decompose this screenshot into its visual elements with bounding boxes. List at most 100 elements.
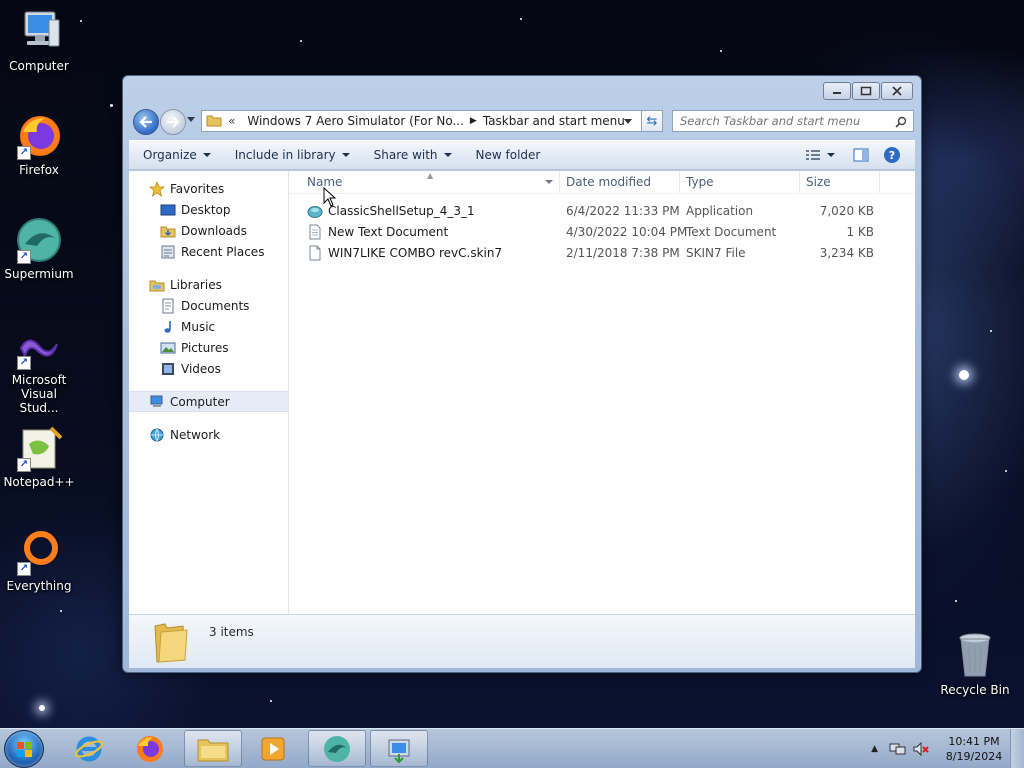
start-button[interactable] [4,730,44,768]
recent-pages-chevron-down-icon[interactable] [187,117,195,122]
taskbar-media-player[interactable] [244,730,302,767]
breadcrumb-separator-icon[interactable]: ▶ [470,116,477,126]
computer-icon [150,395,163,407]
taskbar-file-explorer[interactable] [184,730,242,767]
address-overflow-icon[interactable]: « [222,114,241,128]
search-icon[interactable] [895,116,907,128]
column-header-size[interactable]: Size [800,171,880,193]
firefox-icon [137,735,163,762]
nav-recent-places[interactable]: Recent Places [129,241,288,262]
folder-icon [154,623,188,663]
network-icon [150,428,164,441]
taskbar-installer[interactable] [370,730,428,767]
close-button[interactable] [881,82,913,100]
desktop-icon-firefox[interactable]: ↗ Firefox [0,112,78,177]
desktop-icon-label: Computer [9,59,69,73]
new-folder-button[interactable]: New folder [464,141,553,169]
file-list[interactable]: ▲ Name Date modified Type Size ClassicSh… [289,171,915,614]
computer-icon [15,8,63,56]
recycle-bin-icon [951,632,999,680]
everything-icon: ↗ [15,528,63,576]
address-history-chevron-down-icon[interactable] [624,119,632,124]
taskbar-firefox[interactable] [121,730,179,767]
clock[interactable]: 10:41 PM 8/19/2024 [938,734,1010,764]
file-row[interactable]: WIN7LIKE COMBO revC.skin7 2/11/2018 7:38… [289,242,915,263]
file-row[interactable]: New Text Document 4/30/2022 10:04 PM Tex… [289,221,915,242]
forward-button[interactable] [160,109,186,135]
nav-videos[interactable]: Videos [129,358,288,379]
file-name: ClassicShellSetup_4_3_1 [328,203,475,218]
change-view-button[interactable] [799,141,827,169]
installer-icon [388,739,410,763]
file-type: Text Document [686,224,777,239]
column-header-date-modified[interactable]: Date modified [560,171,680,193]
maximize-button[interactable] [852,82,880,100]
close-icon [892,86,902,96]
back-button[interactable] [133,109,159,135]
star-icon [149,180,165,197]
explorer-window[interactable]: « Windows 7 Aero Simulator (For No... ▶ … [122,75,922,673]
minimize-icon [833,92,841,94]
favorites-group: Favorites Desktop Downloads Recent Place… [129,178,288,262]
nav-pictures[interactable]: Pictures [129,337,288,358]
breadcrumb-segment-current[interactable]: Taskbar and start menu [477,114,631,128]
media-player-icon [261,737,285,760]
taskbar-supermium[interactable] [308,730,366,767]
star [720,50,722,52]
help-button[interactable]: ? [879,141,915,169]
nav-libraries[interactable]: Libraries [129,274,288,295]
minimize-button[interactable] [823,82,851,100]
nav-network[interactable]: Network [129,424,288,445]
libraries-icon [149,280,165,291]
desktop-icon-supermium[interactable]: ↗ Supermium [0,216,78,281]
search-box[interactable] [672,110,914,132]
file-row[interactable]: ClassicShellSetup_4_3_1 6/4/2022 11:33 P… [289,200,915,221]
desktop-icon-recycle-bin[interactable]: Recycle Bin [936,632,1014,697]
shortcut-arrow-icon: ↗ [17,458,31,472]
search-input[interactable] [680,114,890,128]
desktop-icon-label: Firefox [19,163,59,177]
nav-label: Computer [170,394,230,409]
chevron-down-icon [341,153,350,157]
nav-computer[interactable]: Computer [129,391,288,412]
column-filter-chevron-down-icon[interactable] [545,180,553,184]
pictures-icon [160,342,176,353]
taskbar-internet-explorer[interactable] [60,730,118,767]
show-hidden-icons-chevron-up-icon[interactable]: ▲ [871,744,878,754]
preview-pane-button[interactable] [843,141,879,169]
details-pane: 3 items [129,614,915,668]
desktop-icon-everything[interactable]: ↗ Everything [0,528,78,593]
nav-music[interactable]: Music [129,316,288,337]
view-list-icon [806,150,820,160]
network-group: Network [129,424,288,445]
desktop-icon-visual-studio[interactable]: ↗ Microsoft Visual Stud... [0,328,78,415]
column-header-type[interactable]: Type [680,171,800,193]
refresh-button[interactable]: ⇆ [641,110,663,132]
breadcrumb-segment[interactable]: Windows 7 Aero Simulator (For No... [241,114,470,128]
clock-time: 10:41 PM [948,735,1000,748]
column-label: Size [806,175,831,189]
nav-documents[interactable]: Documents [129,295,288,316]
nav-desktop[interactable]: Desktop [129,199,288,220]
organize-menu-button[interactable]: Organize [129,141,223,169]
file-name: WIN7LIKE COMBO revC.skin7 [328,245,503,260]
address-bar[interactable]: « Windows 7 Aero Simulator (For No... ▶ … [201,110,663,132]
desktop-icon-notepad-plus-plus[interactable]: ↗ Notepad++ [0,424,78,489]
volume-muted-icon[interactable] [912,741,930,757]
share-with-button[interactable]: Share with [362,141,464,169]
view-options-button[interactable] [827,141,843,169]
shortcut-arrow-icon: ↗ [17,356,31,370]
arrow-right-icon [167,116,180,128]
navigation-pane[interactable]: Favorites Desktop Downloads Recent Place… [129,171,289,614]
desktop-icon-computer[interactable]: Computer [0,8,78,73]
desktop-icon-label: Visual Stud... [19,387,59,415]
star [1005,470,1007,472]
sort-ascending-icon: ▲ [427,171,434,180]
show-desktop-button[interactable] [1010,729,1024,768]
network-status-icon[interactable] [888,741,906,757]
nav-downloads[interactable]: Downloads [129,220,288,241]
nav-label: Favorites [170,181,225,196]
nav-favorites[interactable]: Favorites [129,178,288,199]
include-in-library-button[interactable]: Include in library [223,141,362,169]
navigation-bar: « Windows 7 Aero Simulator (For No... ▶ … [131,108,915,135]
